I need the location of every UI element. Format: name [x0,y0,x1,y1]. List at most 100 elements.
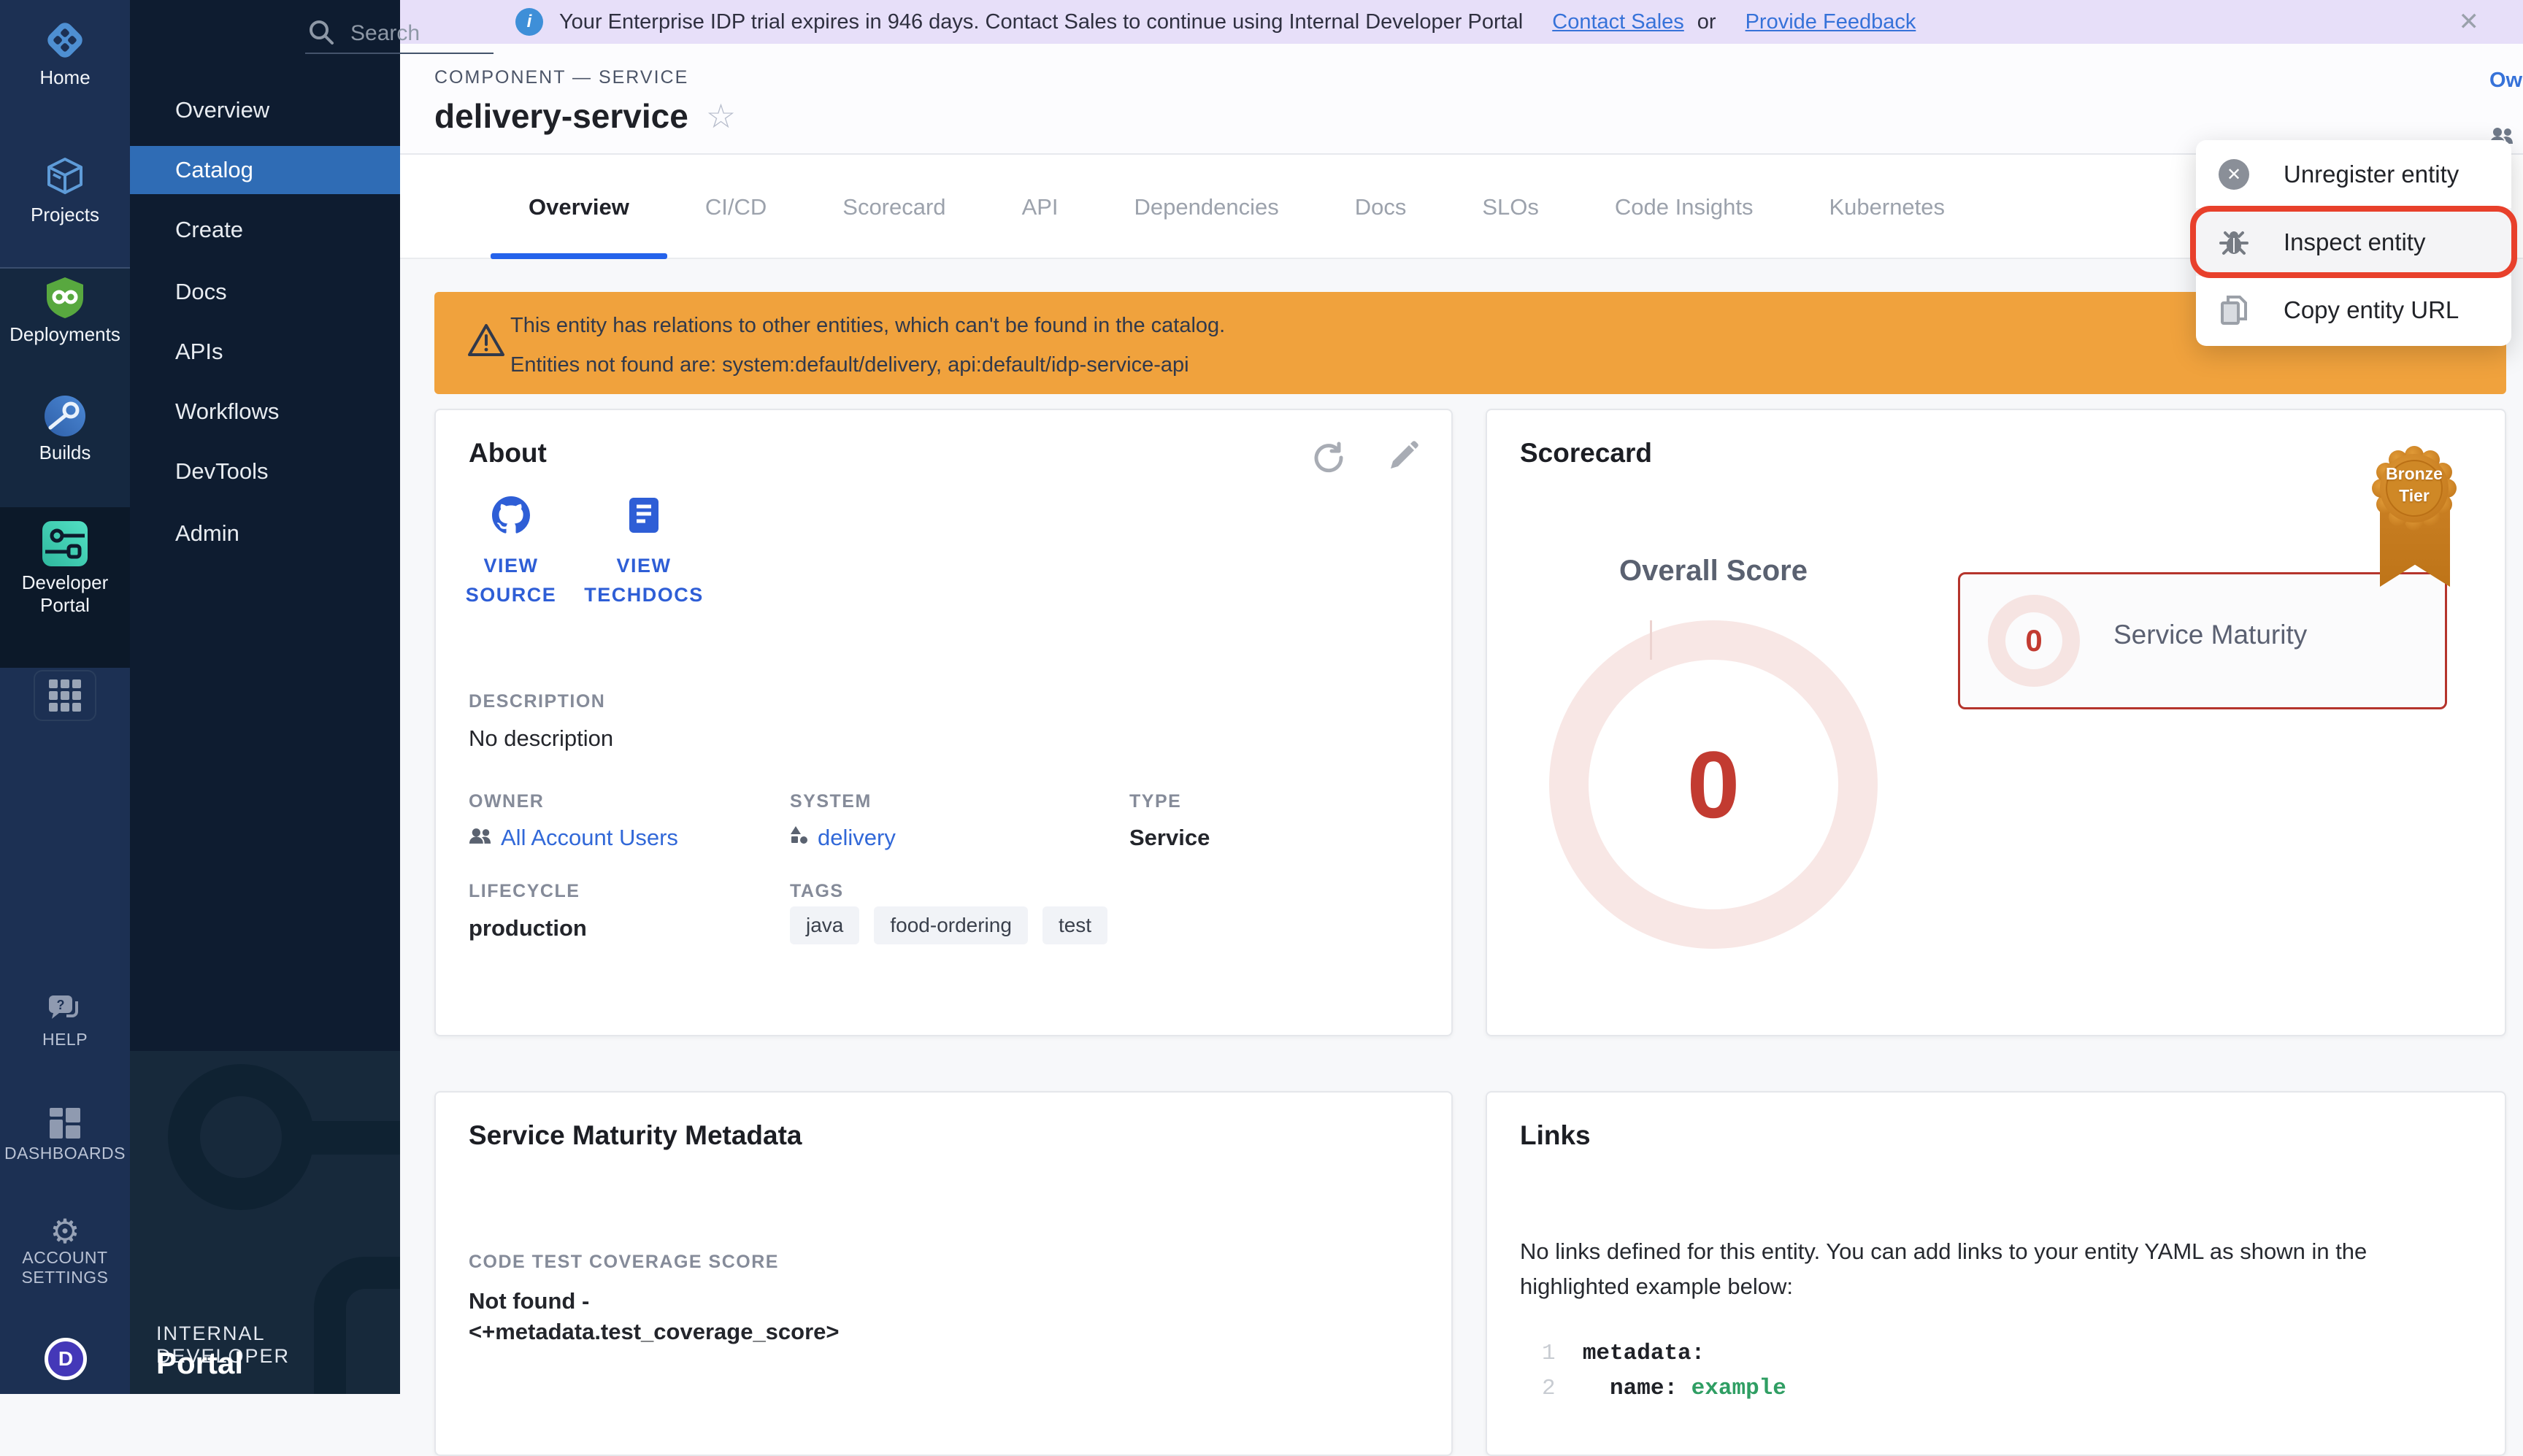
warning-triangle-icon [467,323,505,361]
bug-icon [2218,227,2250,258]
github-icon [492,525,530,537]
service-maturity-card[interactable]: 0 Service Maturity [1958,572,2447,709]
sidebar-item-devtools[interactable]: DevTools [130,447,400,496]
view-source-link[interactable]: VIEW SOURCE [449,496,573,609]
people-icon [469,825,492,851]
svg-text:?: ? [57,998,65,1012]
search-icon [308,19,334,49]
rail-label-home: Home [0,66,130,89]
close-icon[interactable]: ✕ [2459,7,2480,36]
rail-item-account-settings[interactable]: ⚙ ACCOUNT SETTINGS [0,1214,130,1287]
menu-item-copy-entity-url[interactable]: Copy entity URL [2196,276,2511,344]
tab-slos[interactable]: SLOs [1444,155,1577,259]
rail-item-builds[interactable]: Builds [0,394,130,464]
maturity-metadata-card: Service Maturity Metadata CODE TEST COVE… [434,1091,1453,1456]
user-avatar[interactable]: D [45,1338,87,1380]
grid-icon [49,679,81,712]
rail-label-developer-portal: Developer Portal [0,571,130,617]
sidebar-item-catalog[interactable]: Catalog [130,146,400,194]
system-icon [790,825,809,851]
view-techdocs-link[interactable]: VIEW TECHDOCS [582,496,706,609]
refresh-icon[interactable] [1312,441,1345,478]
about-owner-label: OWNER [469,791,544,812]
tag-chip[interactable]: food-ordering [874,906,1028,944]
tab-code-insights[interactable]: Code Insights [1577,155,1792,259]
provide-feedback-link[interactable]: Provide Feedback [1746,10,1916,34]
tag-chip[interactable]: test [1042,906,1107,944]
rail-label-dashboards: DASHBOARDS [0,1144,130,1163]
circle-x-icon: ✕ [2218,159,2250,190]
sidebar-item-admin[interactable]: Admin [130,509,400,558]
active-tab-underline [491,253,667,259]
rail-item-home[interactable]: Home [0,18,130,89]
search-input[interactable] [350,21,489,46]
sidebar-item-apis[interactable]: APIs [130,328,400,376]
description-label: DESCRIPTION [469,691,605,712]
rail-item-developer-portal[interactable]: Developer Portal [0,520,130,617]
tab-docs[interactable]: Docs [1317,155,1445,259]
sidebar-search[interactable] [308,18,512,50]
tab-dependencies[interactable]: Dependencies [1097,155,1317,259]
about-card: About VIEW SOURCE VIEW TECHDOCS DESCRIPT… [434,409,1453,1036]
coverage-score-value-line1: Not found - [469,1288,589,1314]
breadcrumb: COMPONENT — SERVICE [434,67,688,88]
brand-decoration-bar [298,1121,400,1155]
about-lifecycle-label: LIFECYCLE [469,881,580,902]
tab-api[interactable]: API [984,155,1097,259]
coverage-score-value-line2: <+metadata.test_coverage_score> [469,1319,840,1345]
left-rail: Home Projects Deployments Builds Develop… [0,0,130,1394]
type-value: Service [1129,825,1210,851]
menu-item-label: Unregister entity [2284,161,2459,188]
sidebar-item-docs[interactable]: Docs [130,268,400,316]
rail-label-account-settings: ACCOUNT SETTINGS [0,1248,130,1287]
links-card: Links No links defined for this entity. … [1486,1091,2506,1456]
code-line-1: 1 metadata: [1542,1341,1705,1366]
tag-chip[interactable]: java [790,906,859,944]
system-label: SYSTEM [790,791,872,812]
rail-divider [0,267,130,269]
links-title: Links [1520,1120,1591,1151]
sidebar-item-overview[interactable]: Overview [130,86,400,134]
menu-item-unregister-entity[interactable]: ✕ Unregister entity [2196,140,2511,208]
tab-kubernetes[interactable]: Kubernetes [1791,155,1983,259]
entity-context-menu: ✕ Unregister entity Inspect entity Copy … [2196,140,2511,346]
entity-header: COMPONENT — SERVICE delivery-service ☆ O… [400,44,2523,155]
trial-banner: i Your Enterprise IDP trial expires in 9… [400,0,2523,44]
type-label: TYPE [1129,791,1181,812]
rail-label-builds: Builds [0,442,130,464]
coverage-score-label: CODE TEST COVERAGE SCORE [469,1252,779,1273]
tab-overview[interactable]: Overview [491,155,667,259]
developer-portal-icon [41,520,89,571]
trial-banner-text: Your Enterprise IDP trial expires in 946… [559,10,1523,34]
maturity-metadata-title: Service Maturity Metadata [469,1120,802,1151]
rail-item-dashboards[interactable]: DASHBOARDS [0,1106,130,1163]
brand-decoration-circle [168,1064,314,1210]
owner-label: Owner [2489,69,2523,93]
info-icon: i [515,8,543,36]
copy-icon [2218,294,2250,326]
dashboards-icon [48,1106,82,1144]
about-owner-value[interactable]: All Account Users [469,825,678,851]
search-underline [305,53,494,54]
sidebar-item-create[interactable]: Create [130,206,400,254]
about-title: About [469,438,547,469]
menu-item-inspect-entity[interactable]: Inspect entity [2196,208,2511,276]
favorite-star-icon[interactable]: ☆ [706,99,736,133]
view-source-label: VIEW SOURCE [449,551,573,609]
scorecard-title: Scorecard [1520,438,1652,469]
about-lifecycle-value: production [469,915,587,941]
system-value[interactable]: delivery [790,825,896,851]
contact-sales-link[interactable]: Contact Sales [1552,10,1684,34]
builds-icon [43,394,87,442]
rail-item-projects[interactable]: Projects [0,155,130,226]
tab-scorecard[interactable]: Scorecard [804,155,983,259]
techdocs-icon [628,525,660,537]
badge-label: Bronze Tier [2367,463,2462,506]
sidebar-item-workflows[interactable]: Workflows [130,388,400,436]
rail-item-deployments[interactable]: Deployments [0,276,130,346]
links-empty-text-line1: No links defined for this entity. You ca… [1520,1239,2367,1265]
tab-cicd[interactable]: CI/CD [667,155,804,259]
edit-pencil-icon[interactable] [1386,441,1418,478]
module-launcher-button[interactable] [34,670,96,721]
rail-item-help[interactable]: ? HELP [0,994,130,1049]
